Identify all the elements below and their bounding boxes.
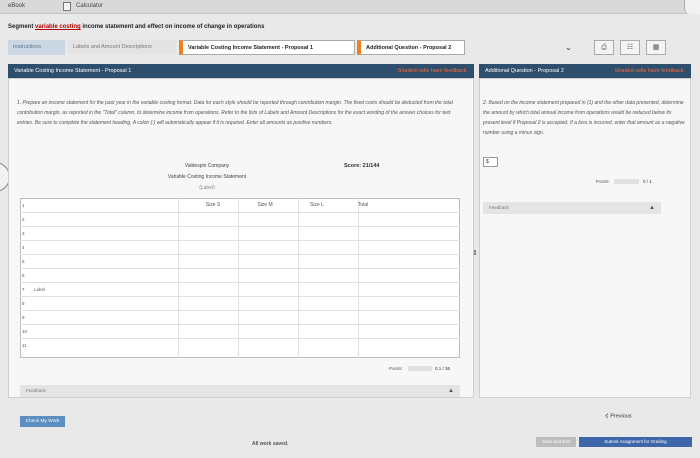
chevron-down-icon[interactable]: ⌄ (565, 43, 572, 52)
tab-instructions[interactable]: Instructions (8, 40, 65, 55)
calculator-link[interactable]: Calculator (76, 3, 103, 9)
print-icon[interactable]: ⎙ (594, 40, 614, 55)
row-number: 4 (22, 245, 25, 250)
statement-grid (20, 198, 460, 358)
points-label: Points: (389, 366, 403, 371)
column-header: Size M (257, 202, 273, 208)
save-and-exit-button[interactable]: Save and Exit (536, 437, 576, 447)
answer-input[interactable]: $ (483, 157, 498, 167)
panel-resize-icon[interactable]: ⇕ (472, 249, 478, 257)
row-number: 7 (22, 287, 25, 292)
shaded-note: Shaded cells have feedback. (614, 68, 685, 74)
page-title: Segment variable costing income statemen… (8, 24, 265, 30)
tab-proposal-1[interactable]: Variable Costing Income Statement - Prop… (179, 40, 355, 55)
keyword-link[interactable]: variable costing (35, 24, 81, 30)
submit-assignment-button[interactable]: Submit Assignment for Grading (579, 437, 692, 447)
column-header: Total (357, 202, 369, 208)
score: Score: 21/144 (344, 163, 380, 169)
calculator-icon[interactable] (63, 2, 71, 11)
right-panel-header: Additional Question - Proposal 2 Shaded … (479, 64, 691, 78)
statement-name: Variable Costing Income Statement (167, 174, 247, 180)
right-instructions: 2. Based on the income statement prepare… (483, 100, 685, 136)
row-number: 1 (22, 203, 25, 208)
points-progress-bar (614, 179, 639, 184)
grid-icon[interactable]: ▦ (646, 40, 666, 55)
row-number: 2 (22, 217, 25, 222)
row-number: 8 (22, 301, 25, 306)
row-number: 5 (22, 259, 25, 264)
previous-button[interactable]: ‹ Previous (605, 410, 632, 422)
feedback-toggle[interactable]: Feedback ▲ (20, 385, 460, 397)
top-toolbar: eBook Calculator (0, 0, 700, 14)
layout-icon[interactable]: ☷ (620, 40, 640, 55)
points-value: 0.1 / 36 (435, 366, 451, 371)
tab-proposal-2[interactable]: Additional Question - Proposal 2 (357, 40, 465, 55)
points-value: 0 / 1 (643, 179, 652, 184)
points-label: Points: (596, 179, 610, 184)
caret-up-icon: ▲ (649, 205, 655, 211)
row-number: 6 (22, 273, 25, 278)
shaded-note: Shaded cells have feedback. (397, 68, 468, 74)
feedback-toggle[interactable]: Feedback ▲ (483, 202, 661, 214)
column-header: Size S (205, 202, 221, 208)
caret-up-icon: ▲ (448, 388, 454, 394)
chevron-left-icon: ‹ (605, 410, 609, 422)
row-number: 10 (22, 329, 28, 334)
left-instructions: 1. Prepare an income statement for the p… (17, 100, 453, 126)
points-progress-bar (408, 366, 432, 371)
save-status: All work saved. (252, 441, 289, 447)
row-number: 9 (22, 315, 25, 320)
ebook-link[interactable]: eBook (8, 3, 25, 9)
row-number: 3 (22, 231, 25, 236)
check-my-work-button[interactable]: Check My Work (20, 416, 65, 427)
left-panel-header: Variable Costing Income Statement - Prop… (8, 64, 474, 78)
statement-label-field[interactable]: (Label) (172, 185, 242, 191)
window-corner (684, 0, 700, 14)
row-number: 11 (22, 343, 27, 348)
label-input[interactable]: Label (34, 287, 45, 292)
tab-labels[interactable]: Labels and Amount Descriptions (68, 40, 176, 55)
company-name: Valdespin Company (184, 163, 230, 169)
